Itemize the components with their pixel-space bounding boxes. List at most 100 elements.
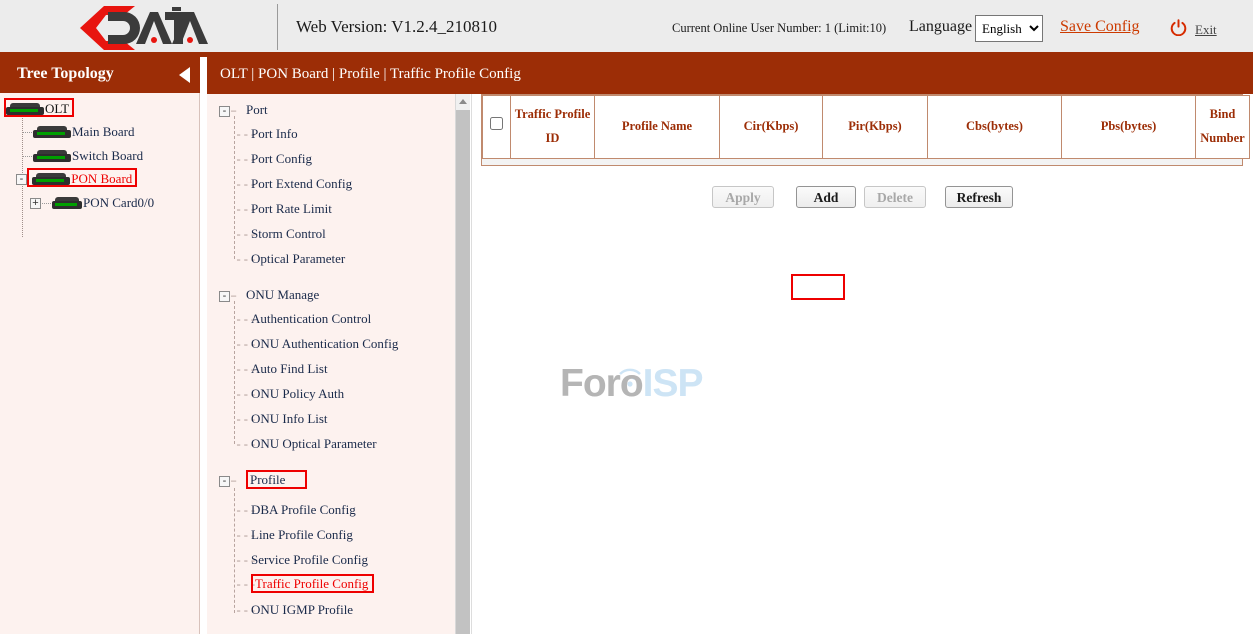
- save-config-link[interactable]: Save Config: [1060, 18, 1140, 36]
- apply-button[interactable]: Apply: [712, 186, 774, 208]
- menu-item-label: Service Profile Config: [251, 552, 368, 567]
- menu-item-label: ONU Policy Auth: [251, 386, 344, 401]
- menu-item-label: Optical Parameter: [251, 251, 345, 266]
- table-bottom-strip: [481, 159, 1243, 166]
- menu-branch: –: [230, 104, 246, 118]
- menu-item-label: Authentication Control: [251, 311, 371, 326]
- menu-item-dba-profile-config[interactable]: ---DBA Profile Config: [235, 502, 356, 518]
- tree-node-label: Switch Board: [72, 148, 143, 163]
- main-content: Traffic Profile ID Profile Name Cir(Kbps…: [471, 94, 1253, 634]
- menu-branch: –: [230, 289, 246, 303]
- add-button[interactable]: Add: [796, 186, 856, 208]
- menu-item-service-profile-config[interactable]: ---Service Profile Config: [235, 552, 368, 568]
- menu-item-auto-find-list[interactable]: ---Auto Find List: [235, 361, 328, 377]
- menu-branch: ---: [235, 253, 251, 267]
- add-button-highlight: [791, 274, 845, 300]
- tree-branch: [23, 132, 32, 133]
- menu-group-label: Profile: [246, 470, 307, 489]
- breadcrumb-bar: OLT | PON Board | Profile | Traffic Prof…: [207, 57, 1253, 94]
- menu-branch: ---: [235, 128, 251, 142]
- menu-item-label: Port Extend Config: [251, 176, 352, 191]
- column-header-traffic-profile-id: Traffic Profile ID: [511, 96, 595, 159]
- device-icon: [52, 197, 82, 210]
- device-icon: [33, 126, 71, 139]
- watermark-foro: Foro: [560, 362, 643, 405]
- cdata-diamond-logo-svg: [68, 3, 208, 53]
- language-select[interactable]: English: [975, 15, 1043, 42]
- tree-branch: [23, 156, 32, 157]
- chevron-left-icon[interactable]: [179, 67, 190, 83]
- tree-node-pon-card[interactable]: + PON Card0/0: [30, 194, 154, 211]
- menu-item-line-profile-config[interactable]: ---Line Profile Config: [235, 527, 353, 543]
- cdata-logo: [68, 3, 208, 53]
- menu-branch: ---: [235, 388, 251, 402]
- tree-expander-plus-icon[interactable]: +: [30, 198, 41, 209]
- refresh-button[interactable]: Refresh: [945, 186, 1013, 208]
- menu-item-port-info[interactable]: ---Port Info: [235, 126, 298, 142]
- scroll-up-arrow-icon[interactable]: [456, 94, 470, 108]
- power-icon[interactable]: [1170, 19, 1187, 36]
- menu-item-port-config[interactable]: ---Port Config: [235, 151, 312, 167]
- tree-topology-title: Tree Topology: [17, 65, 114, 83]
- body-area: Tree Topology OLT Main Board Switch Boar…: [0, 57, 1253, 634]
- watermark-isp: ISP: [643, 362, 703, 405]
- tree-node-label: OLT: [45, 101, 69, 116]
- select-all-checkbox[interactable]: [490, 117, 503, 130]
- menu-expander-icon[interactable]: -: [219, 291, 230, 302]
- menu-item-onu-optical-parameter[interactable]: ---ONU Optical Parameter: [235, 436, 377, 452]
- menu-item-label: ONU Optical Parameter: [251, 436, 377, 451]
- column-header-pir: Pir(Kbps): [823, 96, 928, 159]
- menu-group-port[interactable]: -–Port: [219, 102, 268, 118]
- tree-topology-header: Tree Topology: [0, 57, 200, 93]
- menu-item-label: Storm Control: [251, 226, 326, 241]
- menu-item-label: Traffic Profile Config: [251, 574, 374, 593]
- tree-node-label: PON Card0/0: [83, 195, 154, 210]
- select-all-cell: [483, 96, 511, 159]
- menu-branch: ---: [235, 413, 251, 427]
- tree-node-switch-board[interactable]: Switch Board: [22, 147, 143, 164]
- menu-item-onu-authentication-config[interactable]: ---ONU Authentication Config: [235, 336, 398, 352]
- menu-branch: ---: [235, 313, 251, 327]
- menu-item-storm-control[interactable]: ---Storm Control: [235, 226, 326, 242]
- menu-expander-icon[interactable]: -: [219, 106, 230, 117]
- delete-button[interactable]: Delete: [864, 186, 926, 208]
- column-header-profile-name: Profile Name: [595, 96, 720, 159]
- menu-branch: ---: [235, 578, 251, 592]
- menu-item-label: ONU Authentication Config: [251, 336, 398, 351]
- tree-node-label: PON Board: [71, 171, 132, 186]
- menu-item-label: Line Profile Config: [251, 527, 353, 542]
- foroisp-watermark: ForoISP: [560, 350, 750, 410]
- menu-item-onu-igmp-profile[interactable]: ---ONU IGMP Profile: [235, 602, 353, 618]
- column-header-cbs: Cbs(bytes): [928, 96, 1062, 159]
- menu-expander-icon[interactable]: -: [219, 476, 230, 487]
- column-header-pbs: Pbs(bytes): [1062, 96, 1196, 159]
- tree-node-olt[interactable]: OLT: [4, 100, 74, 117]
- menu-branch: ---: [235, 178, 251, 192]
- app-header: Web Version: V1.2.4_210810 Current Onlin…: [0, 0, 1253, 57]
- menu-scrollbar[interactable]: [455, 94, 470, 634]
- menu-item-port-extend-config[interactable]: ---Port Extend Config: [235, 176, 352, 192]
- tree-node-main-board[interactable]: Main Board: [22, 123, 134, 140]
- menu-branch: ---: [235, 338, 251, 352]
- menu-item-label: Port Info: [251, 126, 298, 141]
- menu-item-onu-policy-auth[interactable]: ---ONU Policy Auth: [235, 386, 344, 402]
- menu-group-label: Port: [246, 102, 268, 117]
- menu-item-label: DBA Profile Config: [251, 502, 356, 517]
- menu-branch: ---: [235, 363, 251, 377]
- column-header-cir: Cir(Kbps): [720, 96, 823, 159]
- menu-item-traffic-profile-config[interactable]: ---Traffic Profile Config: [235, 576, 374, 592]
- menu-group-profile[interactable]: -–Profile: [219, 472, 307, 488]
- menu-item-optical-parameter[interactable]: ---Optical Parameter: [235, 251, 345, 267]
- menu-item-authentication-control[interactable]: ---Authentication Control: [235, 311, 371, 327]
- exit-link[interactable]: Exit: [1195, 22, 1217, 38]
- device-icon: [6, 103, 44, 116]
- web-version-label: Web Version: V1.2.4_210810: [296, 17, 497, 37]
- menu-item-label: ONU Info List: [251, 411, 328, 426]
- menu-item-port-rate-limit[interactable]: ---Port Rate Limit: [235, 201, 332, 217]
- menu-branch: ---: [235, 504, 251, 518]
- tree-node-pon-board[interactable]: - PON Board: [16, 170, 137, 187]
- scrollbar-thumb[interactable]: [456, 110, 470, 634]
- tree-topology-panel: Tree Topology OLT Main Board Switch Boar…: [0, 57, 200, 634]
- menu-item-onu-info-list[interactable]: ---ONU Info List: [235, 411, 328, 427]
- tree-expander-minus-icon[interactable]: -: [16, 174, 27, 185]
